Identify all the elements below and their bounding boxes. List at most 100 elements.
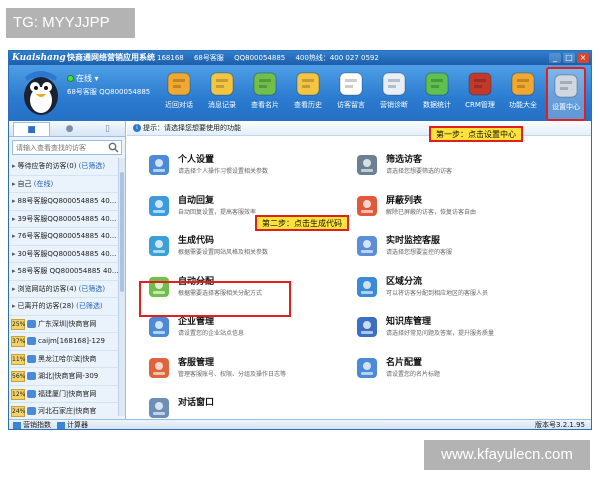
sidebar-tabs: ■ ● ▯	[9, 121, 125, 137]
tab-visitors[interactable]: ■	[13, 122, 50, 136]
toolbar-button-2[interactable]: 查看名片	[245, 67, 285, 121]
toolbar-button-label: 近回对话	[165, 101, 193, 109]
feature-title: 个人设置	[178, 155, 215, 165]
feature-10[interactable]: 客服管理 管理客服账号、权限、分组及操作日志等	[145, 354, 345, 392]
expand-arrow-icon[interactable]: ▸	[12, 285, 16, 293]
toolbar-button-5[interactable]: 营销诊断	[374, 67, 414, 121]
toolbar-button-0[interactable]: 近回对话	[159, 67, 199, 121]
title-bar: Kuaishang 快商通网络营销应用系统 168168 68号客服 QQ800…	[9, 51, 591, 65]
close-button[interactable]: ×	[577, 53, 589, 63]
expand-arrow-icon[interactable]: ▸	[12, 232, 16, 240]
status-label: 在线	[76, 74, 92, 83]
toolbar-button-8[interactable]: 功能大全	[503, 67, 543, 121]
chat-bubble-icon	[27, 407, 36, 415]
account-id: 168168	[157, 54, 184, 62]
visitor-row[interactable]: 56% 湖北|快商官网-309	[9, 368, 119, 386]
visitor-row[interactable]: 25% 广东深圳|快商官网	[9, 316, 119, 333]
scroll-thumb[interactable]	[120, 172, 124, 292]
sidebar-scrollbar[interactable]	[118, 158, 125, 416]
group-row[interactable]: ▸ 已离开的访客(28) (已筛选)	[9, 298, 119, 316]
feature-title: 实时监控客服	[386, 236, 441, 246]
group-row[interactable]: ▸ 58号客服 QQ800054885 40...	[9, 263, 119, 281]
feature-0[interactable]: 个人设置 请选择个人操作习惯设置相关参数	[145, 151, 345, 189]
visit-percent-badge: 25%	[11, 318, 26, 330]
group-filter-link[interactable]: (已筛选)	[79, 162, 105, 170]
crm-icon	[468, 72, 492, 96]
group-row[interactable]: ▸ 30号客服QQ800054885 40...	[9, 246, 119, 263]
feature-11[interactable]: 名片配置 请设置您的名片标题	[353, 354, 553, 392]
visitor-row[interactable]: 24% 河北石家庄|快商官	[9, 403, 119, 419]
group-filter-link[interactable]: (在线)	[34, 180, 53, 188]
settings-gear-icon	[554, 74, 578, 98]
expand-arrow-icon[interactable]: ▸	[12, 250, 16, 258]
group-label: 76号客服QQ800054885 40...	[17, 232, 117, 240]
online-status[interactable]: 在线 ▾	[67, 73, 99, 84]
tab-notes[interactable]: ▯	[89, 122, 125, 136]
feature-8[interactable]: 企业管理 请设置您的企业站点信息	[145, 313, 345, 351]
toolbar-button-7[interactable]: CRM管理	[460, 67, 500, 121]
maximize-button[interactable]: □	[563, 53, 575, 63]
group-label: 已离开的访客(28)	[17, 302, 74, 310]
visitor-label: caijm[168168]-129	[38, 337, 105, 345]
expand-arrow-icon[interactable]: ▸	[12, 197, 16, 205]
group-row[interactable]: ▸ 自己 (在线)	[9, 176, 119, 193]
tab-contacts[interactable]: ●	[51, 122, 88, 136]
toolbar-button-4[interactable]: 访客留言	[331, 67, 371, 121]
back-arrow-icon	[167, 72, 191, 96]
marketing-index-link[interactable]: 营销指数	[13, 420, 51, 429]
feature-title: 区域分流	[386, 276, 423, 287]
visitor-label: 湖北|快商官网-309	[38, 372, 99, 380]
visitor-label: 福建厦门|快商官网	[38, 389, 97, 398]
group-label: 自己	[17, 179, 32, 188]
feature-description: 请设置您的名片标题	[386, 370, 441, 378]
group-row[interactable]: ▸ 等待应答的访客(0) (已筛选)	[9, 158, 119, 176]
group-filter-link[interactable]: (已筛选)	[79, 285, 105, 293]
calculator-link[interactable]: 计算器	[57, 420, 88, 429]
visitor-row[interactable]: 11% 黑龙江哈尔滨|快商	[9, 351, 119, 368]
app-title: 快商通网络营销应用系统	[67, 53, 155, 62]
expand-arrow-icon[interactable]: ▸	[12, 162, 16, 170]
visitor-label: 河北石家庄|快商官	[38, 407, 97, 415]
toolbar-button-1[interactable]: 消息记录	[202, 67, 242, 121]
group-label: 等待应答的访客(0)	[17, 162, 77, 170]
visitor-message-icon	[339, 72, 363, 96]
search-box	[12, 140, 122, 155]
group-row[interactable]: ▸ 浏览网站的访客(4) (已筛选)	[9, 281, 119, 298]
toolbar-button-6[interactable]: 数据统计	[417, 67, 457, 121]
feature-3[interactable]: 屏蔽列表 解除已屏蔽的访客，恢复访客自由	[353, 192, 553, 230]
marketing-diagnosis-icon	[382, 72, 406, 96]
group-row[interactable]: ▸ 76号客服QQ800054885 40...	[9, 228, 119, 246]
feature-description: 请选择您想要监控的客服	[386, 249, 453, 256]
toolbar-button-9[interactable]: 设置中心	[546, 67, 586, 121]
group-row[interactable]: ▸ 39号客服QQ800054885 40...	[9, 211, 119, 228]
visitor-search-input[interactable]	[13, 141, 108, 154]
main-panel: i 提示：请选择您想要使用的功能 个人设置 请选择个人操作习惯设置相关参数 筛选访客请…	[127, 121, 591, 419]
feature-1[interactable]: 筛选访客 请选择您想要筛选的访客	[353, 151, 553, 189]
toolbar-button-3[interactable]: 查看历史	[288, 67, 328, 121]
history-icon	[296, 72, 320, 96]
expand-arrow-icon[interactable]: ▸	[12, 215, 16, 223]
group-label: 30号客服QQ800054885 40...	[17, 249, 117, 258]
feature-7[interactable]: 区域分流 可以将访客分配到相应地区的客服人员	[353, 273, 553, 311]
chat-bubble-icon	[27, 354, 36, 363]
expand-arrow-icon[interactable]: ▸	[12, 302, 16, 310]
feature-description: 根据需要设置网站风格及相关参数	[178, 249, 269, 256]
visitor-row[interactable]: 37% caijm[168168]-129	[9, 333, 119, 351]
feature-9[interactable]: 知识库管理 请选择好常见问题及答案，提升服务质量	[353, 313, 553, 351]
feature-12[interactable]: 对话窗口	[145, 394, 345, 419]
minimize-button[interactable]: _	[549, 53, 561, 63]
feature-5[interactable]: 实时监控客服请选择您想要监控的客服	[353, 232, 553, 270]
group-row[interactable]: ▸ 88号客服QQ800054885 40...	[9, 193, 119, 211]
expand-arrow-icon[interactable]: ▸	[12, 180, 16, 188]
toolbar-button-label: 数据统计	[423, 101, 451, 109]
toolbar-button-label: 查看名片	[251, 101, 279, 109]
toolbar-button-label: 功能大全	[509, 101, 537, 109]
expand-arrow-icon[interactable]: ▸	[12, 267, 16, 275]
step2-callout: 第二步：点击生成代码	[255, 215, 349, 231]
feature-title: 屏蔽列表	[386, 195, 423, 206]
group-filter-link[interactable]: (已筛选)	[76, 302, 102, 310]
visitor-row[interactable]: 12% 福建厦门|快商官网	[9, 386, 119, 403]
visit-percent-badge: 12%	[11, 388, 26, 400]
search-icon[interactable]	[108, 142, 119, 153]
feature-4[interactable]: 生成代码 根据需要设置网站风格及相关参数	[145, 232, 345, 270]
